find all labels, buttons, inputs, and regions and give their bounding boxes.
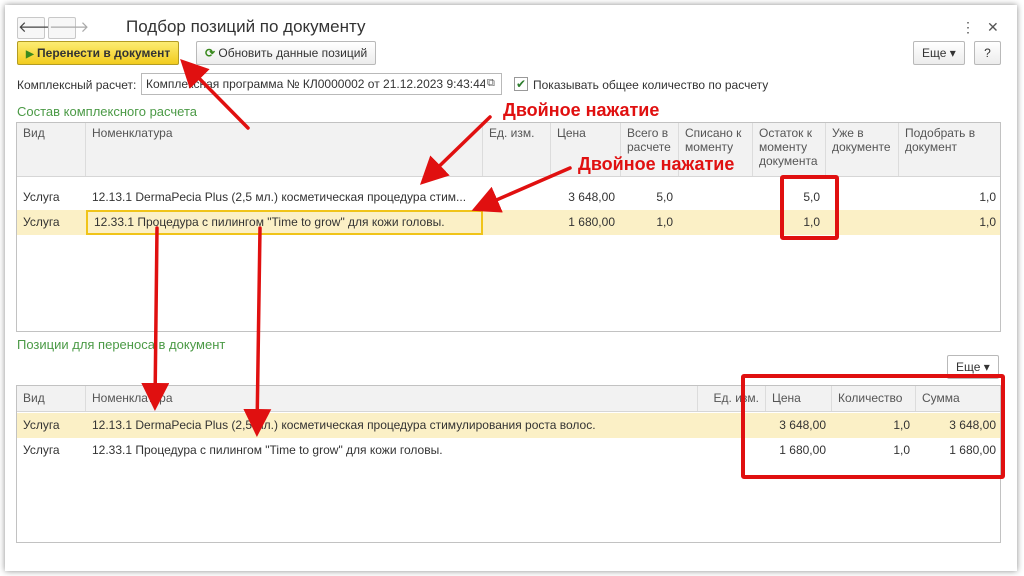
highlight-rest-column — [780, 175, 839, 240]
complex-calc-field[interactable]: Комплексная программа № КЛ0000002 от 21.… — [141, 73, 502, 95]
col-header-unit[interactable]: Ед. изм. — [483, 123, 551, 176]
transfer-button-label: Перенести в документ — [37, 46, 171, 60]
col-header-vid[interactable]: Вид — [17, 386, 86, 411]
show-total-checkbox[interactable]: ✔ — [514, 77, 528, 91]
vertical-dots-icon[interactable]: ⋮ — [961, 19, 975, 36]
cell-vid: Услуга — [23, 443, 60, 457]
forward-button[interactable]: 🡒 — [48, 17, 89, 39]
table-row[interactable]: Услуга 12.33.1 Процедура с пилингом "Tim… — [17, 210, 1000, 235]
col-header-rest[interactable]: Остаток к моменту документа — [753, 123, 826, 176]
show-total-label: Показывать общее количество по расчету — [533, 78, 769, 92]
col-header-nomenclature[interactable]: Номенклатура — [86, 386, 698, 411]
more-button[interactable]: Еще ▾ — [913, 41, 965, 65]
col-header-already[interactable]: Уже в документе — [826, 123, 899, 176]
cell-total: 5,0 — [656, 190, 673, 204]
document-selection-window: 🡐 🡒 Подбор позиций по документу ⋮ ✕ ▶ Пе… — [5, 5, 1017, 571]
section-composition-title: Состав комплексного расчета — [17, 104, 197, 119]
table-row[interactable]: Услуга 12.13.1 DermaPecia Plus (2,5 мл.)… — [17, 185, 1000, 210]
col-header-vid[interactable]: Вид — [17, 123, 86, 176]
composition-table: Вид Номенклатура Ед. изм. Цена Всего в р… — [16, 122, 1001, 332]
cell-vid: Услуга — [23, 418, 60, 432]
cell-total: 1,0 — [656, 215, 673, 229]
cell-nomenclature: 12.13.1 DermaPecia Plus (2,5 мл.) космет… — [92, 418, 596, 432]
refresh-icon: ⟳ — [205, 46, 216, 60]
refresh-button-label: Обновить данные позиций — [218, 46, 368, 60]
cell-price: 3 648,00 — [568, 190, 615, 204]
annotation-double-click-2: Двойное нажатие — [578, 154, 735, 174]
refresh-positions-button[interactable]: ⟳ Обновить данные позиций — [196, 41, 377, 65]
col-header-pick[interactable]: Подобрать в документ — [899, 123, 1000, 176]
window-title: Подбор позиций по документу — [126, 17, 366, 36]
cell-price: 1 680,00 — [568, 215, 615, 229]
arrow-right-icon: 🡒 — [49, 19, 90, 36]
highlight-price-qty-sum — [741, 374, 1005, 479]
cell-vid: Услуга — [23, 190, 60, 204]
complex-calc-label: Комплексный расчет: — [17, 78, 137, 92]
transfer-to-document-button[interactable]: ▶ Перенести в документ — [17, 41, 180, 65]
cell-pick: 1,0 — [979, 190, 996, 204]
cell-nomenclature: 12.13.1 DermaPecia Plus (2,5 мл.) космет… — [92, 190, 467, 204]
cell-vid: Услуга — [23, 215, 60, 229]
annotation-double-click-1: Двойное нажатие — [503, 100, 660, 120]
close-icon[interactable]: ✕ — [987, 19, 999, 36]
open-link-icon[interactable]: ⧉ — [485, 77, 495, 90]
help-button[interactable]: ? — [974, 41, 1001, 65]
section-transfer-title: Позиции для переноса в документ — [17, 337, 226, 352]
complex-calc-value: Комплексная программа № КЛ0000002 от 21.… — [146, 77, 487, 91]
composition-table-header: Вид Номенклатура Ед. изм. Цена Всего в р… — [17, 123, 1000, 177]
cell-nomenclature: 12.33.1 Процедура с пилингом "Time to gr… — [86, 210, 483, 235]
back-button[interactable]: 🡐 — [17, 17, 58, 39]
col-header-nomenclature[interactable]: Номенклатура — [86, 123, 483, 176]
cell-pick: 1,0 — [979, 215, 996, 229]
cell-nomenclature: 12.33.1 Процедура с пилингом "Time to gr… — [92, 443, 443, 457]
play-icon: ▶ — [26, 49, 34, 60]
